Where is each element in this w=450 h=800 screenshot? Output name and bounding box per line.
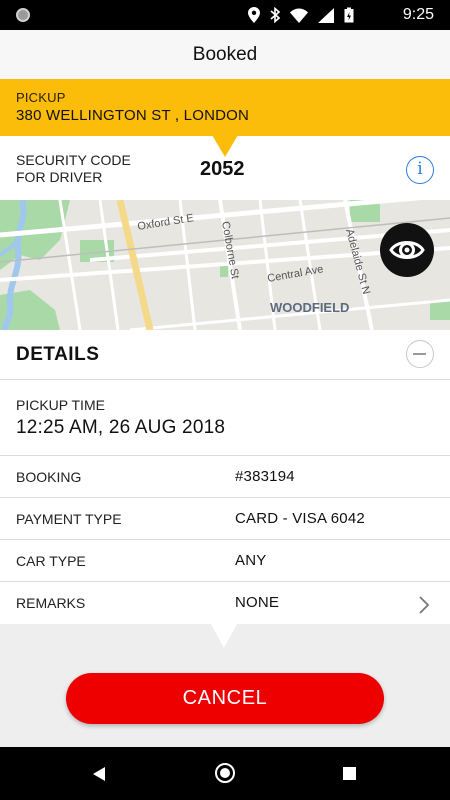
pickup-address: 380 WELLINGTON ST , LONDON — [16, 107, 250, 124]
info-button[interactable]: i — [406, 156, 434, 184]
row-value: #383194 — [235, 468, 295, 485]
chevron-right-icon — [419, 596, 430, 614]
payment-type-row: PAYMENT TYPE CARD - VISA 6042 — [0, 498, 450, 540]
status-icons — [248, 7, 354, 23]
details-title: DETAILS — [16, 344, 100, 365]
pickup-banner: PICKUP 380 WELLINGTON ST , LONDON — [0, 79, 450, 136]
row-label: PAYMENT TYPE — [16, 511, 122, 527]
pickup-label: PICKUP — [16, 90, 66, 105]
row-value: NONE — [235, 594, 280, 611]
pickup-time-row: PICKUP TIME 12:25 AM, 26 AUG 2018 — [0, 380, 450, 456]
security-code-value: 2052 — [200, 158, 245, 180]
security-code-label: SECURITY CODE FOR DRIVER — [16, 152, 131, 185]
wifi-icon — [290, 8, 308, 23]
row-value: ANY — [235, 552, 267, 569]
pickup-time-label: PICKUP TIME — [16, 397, 105, 413]
recents-icon[interactable] — [343, 767, 356, 780]
status-time: 9:25 — [402, 6, 434, 23]
cancel-button[interactable]: CANCEL — [66, 673, 384, 724]
pickup-pointer — [212, 135, 238, 157]
status-bar: 9:25 — [0, 0, 450, 30]
minus-icon — [413, 353, 426, 355]
details-header[interactable]: DETAILS — [0, 330, 450, 380]
row-label: BOOKING — [16, 469, 82, 485]
row-value: CARD - VISA 6042 — [235, 510, 365, 527]
details-pointer — [211, 624, 237, 648]
battery-icon — [344, 7, 354, 23]
row-label: CAR TYPE — [16, 553, 86, 569]
map-graphic: Oxford St E Colborne St Central Ave Adel… — [0, 200, 450, 330]
app-header: Booked — [0, 30, 450, 79]
page-title: Booked — [192, 43, 258, 65]
back-icon[interactable] — [92, 766, 106, 782]
navigation-bar — [0, 747, 450, 800]
location-icon — [248, 7, 260, 23]
map-view[interactable]: Oxford St E Colborne St Central Ave Adel… — [0, 200, 450, 330]
remarks-row[interactable]: REMARKS NONE — [0, 582, 450, 624]
row-label: REMARKS — [16, 595, 86, 611]
bluetooth-icon — [270, 7, 280, 23]
car-type-row: CAR TYPE ANY — [0, 540, 450, 582]
collapse-button[interactable] — [406, 340, 434, 368]
booking-row: BOOKING #383194 — [0, 456, 450, 498]
pickup-time-value: 12:25 AM, 26 AUG 2018 — [16, 417, 226, 438]
app-circle-icon — [16, 8, 30, 22]
home-icon[interactable] — [215, 763, 235, 783]
eye-icon — [389, 241, 425, 259]
signal-icon — [318, 7, 334, 23]
view-map-button[interactable] — [380, 223, 434, 277]
map-label-woodfield: WOODFIELD — [270, 300, 349, 315]
